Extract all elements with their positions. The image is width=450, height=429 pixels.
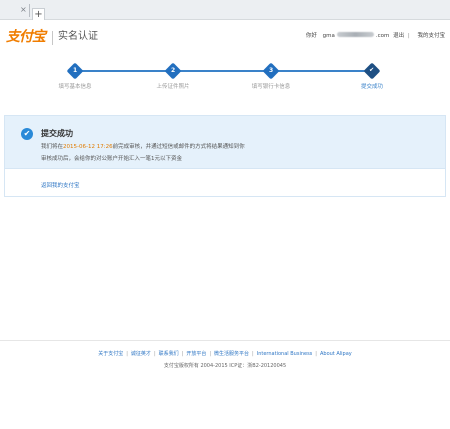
check-icon: ✔ [369, 67, 375, 74]
step-connector [277, 70, 366, 72]
tab-divider [29, 4, 30, 17]
browser-tab-bar: × + [0, 0, 450, 20]
result-title: 提交成功 [41, 129, 73, 138]
step-1-marker: 1 [66, 62, 84, 80]
step-2-marker: 2 [164, 62, 182, 80]
alipay-logo[interactable]: 支付宝 [6, 28, 46, 46]
step-3-marker: 3 [262, 62, 280, 80]
logout-link[interactable]: 退出 [393, 33, 404, 39]
page-title: 实名认证 [58, 31, 98, 42]
my-alipay-link[interactable]: 我的支付宝 [417, 33, 445, 39]
close-tab-icon[interactable]: × [20, 5, 27, 14]
copyright-text: 支付宝版权所有 2004-2015 ICP证：浙B2-20120045 [163, 363, 287, 369]
step-1-label: 填写基本信息 [58, 84, 92, 90]
email-redaction [336, 32, 374, 37]
step-4-label: 提交成功 [360, 84, 384, 90]
site-footer: 关于支付宝 | 诚征英才 | 联系我们 | 开放平台 | 微生活服务平台 | Internation… [0, 340, 450, 380]
step-connector [179, 70, 265, 72]
check-circle-icon: ✔ [21, 128, 33, 140]
footer-links: 关于支付宝 | 诚征英才 | 联系我们 | 开放平台 | 微生活服务平台 | Internation… [98, 351, 352, 357]
greeting-text: 你好 [305, 33, 317, 39]
header-divider [52, 31, 53, 45]
success-message-box: ✔ 提交成功 我们将在2015-06-12 17:26前完成审核，并通过短信或邮… [5, 116, 445, 169]
progress-steps: 1 2 3 ✔ 填写基本信息 上传证件照片 填写银行卡信息 提交成功 [0, 62, 450, 92]
new-tab-button[interactable]: + [32, 8, 45, 20]
user-email: gma .com [322, 32, 390, 39]
footer-link-about-alipay[interactable]: About Alipay [320, 351, 352, 357]
nav-separator: | [407, 33, 410, 39]
footer-link-about[interactable]: 关于支付宝 [98, 351, 123, 357]
step-2-label: 上传证件照片 [156, 84, 190, 90]
footer-link-international[interactable]: International Business [257, 351, 313, 357]
logo-text: 支付宝 [6, 29, 46, 45]
footer-link-contact[interactable]: 联系我们 [159, 351, 179, 357]
step-connector [81, 70, 167, 72]
deadline-text: 2015-06-12 17:26 [63, 144, 113, 150]
step-3-label: 填写银行卡信息 [251, 84, 291, 90]
result-message-line2: 审核成功后，会给你的对公账户开始汇入一笔1元以下资金 [41, 156, 183, 162]
site-header: 支付宝 实名认证 你好 gma .com 退出 | 我的支付宝 [0, 20, 450, 55]
step-4-marker: ✔ [363, 62, 381, 80]
footer-link-careers[interactable]: 诚征英才 [131, 351, 151, 357]
footer-link-open-platform[interactable]: 开放平台 [186, 351, 206, 357]
back-to-alipay-link[interactable]: 返回我的支付宝 [41, 182, 80, 190]
result-card: ✔ 提交成功 我们将在2015-06-12 17:26前完成审核，并通过短信或邮… [4, 115, 446, 197]
user-nav: 你好 gma .com 退出 | 我的支付宝 [304, 32, 445, 40]
footer-link-life-platform[interactable]: 微生活服务平台 [214, 351, 249, 357]
result-message: 我们将在2015-06-12 17:26前完成审核，并通过短信或邮件的方式将结果… [41, 144, 245, 150]
